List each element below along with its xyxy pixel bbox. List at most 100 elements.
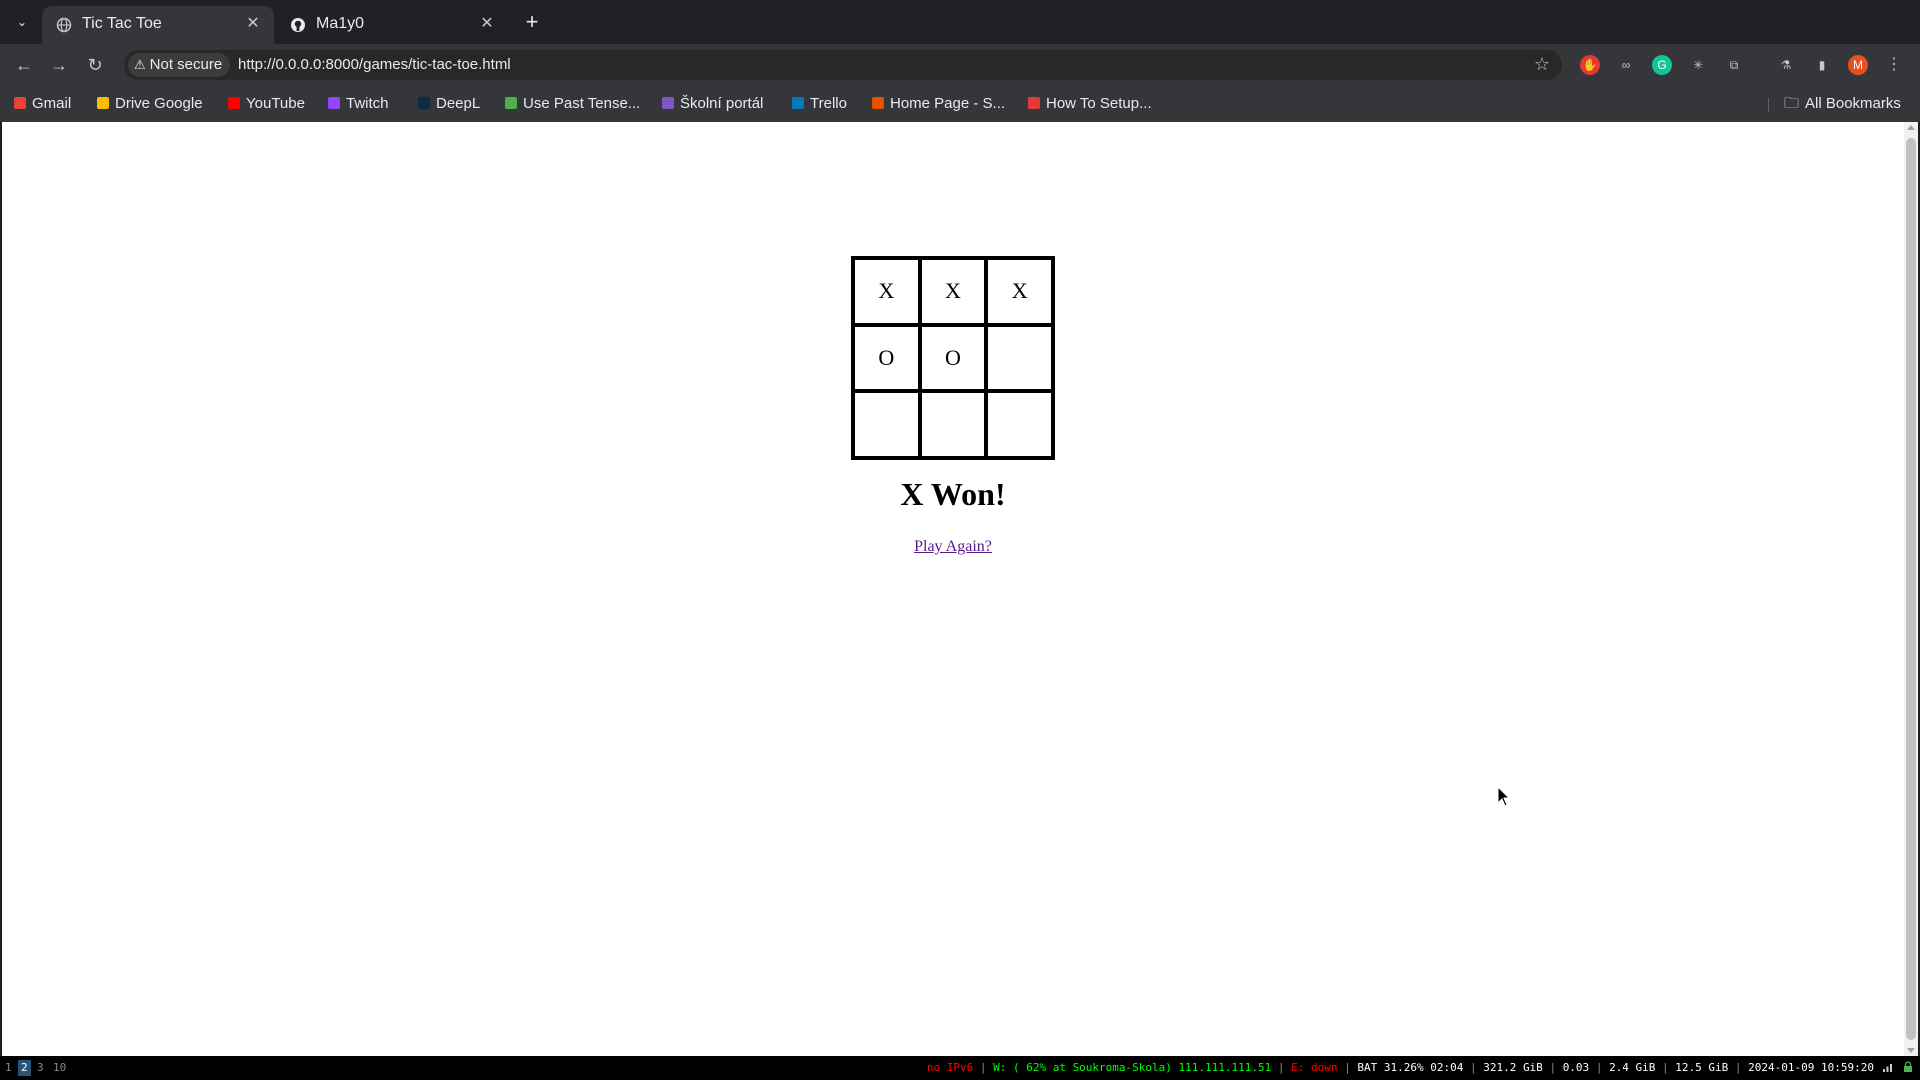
board-cell[interactable]	[986, 391, 1053, 458]
i3-status-bar: 1 2 3 10 no IPv6 | W: ( 62% at Soukroma-…	[0, 1056, 1920, 1080]
disk-status: 321.2 GiB	[1483, 1061, 1543, 1074]
setup-icon	[1028, 97, 1040, 109]
new-tab-button[interactable]: +	[520, 10, 544, 34]
github-icon	[291, 18, 305, 32]
tab-search-button[interactable]: ⌄	[8, 10, 36, 34]
bookmark-label: Drive Google	[115, 95, 203, 112]
youtube-icon	[228, 97, 240, 109]
bookmark-drive[interactable]: Drive Google	[97, 92, 203, 116]
gmail-icon	[14, 97, 26, 109]
bookmark-twitch[interactable]: Twitch	[328, 92, 389, 116]
status-line: no IPv6 | W: ( 62% at Soukroma-Skola) 11…	[926, 1061, 1874, 1074]
warning-icon: ⚠	[134, 57, 146, 72]
workspace-2[interactable]: 2	[18, 1060, 31, 1076]
load-status: 0.03	[1562, 1061, 1590, 1074]
lock-icon[interactable]	[1902, 1061, 1914, 1073]
close-tab-icon[interactable]: ✕	[476, 13, 498, 35]
bookmark-deepl[interactable]: DeepL	[418, 92, 480, 116]
memory-status: 2.4 GiB	[1609, 1061, 1656, 1074]
bookmark-label: Trello	[810, 95, 847, 112]
deepl-icon	[418, 97, 430, 109]
page-viewport: X X X O O X Won! Play Again?	[2, 122, 1904, 1056]
board-cell[interactable]: X	[853, 258, 920, 325]
toolbar: ← → ↻ ⚠ Not secure http://0.0.0.0:8000/ga…	[0, 44, 1920, 86]
game-result-heading: X Won!	[900, 476, 1006, 512]
board-cell[interactable]	[853, 391, 920, 458]
workspace-3[interactable]: 3	[34, 1060, 47, 1076]
scroll-up-icon[interactable]	[1907, 125, 1915, 130]
bookmark-label: DeepL	[436, 95, 481, 112]
swap-status: 12.5 GiB	[1675, 1061, 1729, 1074]
bookmark-label: Twitch	[346, 95, 389, 112]
drive-icon	[97, 97, 109, 109]
twitch-icon	[328, 97, 340, 109]
back-button[interactable]: ←	[10, 51, 38, 79]
board-cell[interactable]: O	[919, 324, 987, 392]
scroll-down-icon[interactable]	[1907, 1048, 1915, 1053]
side-panel-icon[interactable]: ▮	[1812, 55, 1832, 75]
wifi-status: W: ( 62% at Soukroma-Skola) 111.111.111.…	[993, 1061, 1272, 1074]
bookmark-label: Školní portál	[680, 95, 764, 112]
profile-avatar[interactable]: M	[1848, 55, 1868, 75]
mouse-cursor-icon	[1497, 786, 1511, 807]
bookmark-label: Gmail	[32, 95, 72, 112]
tab-label: Tic Tac Toe	[82, 15, 162, 32]
tab-tic-tac-toe[interactable]: Tic Tac Toe ✕	[42, 6, 274, 44]
scrollbar-thumb[interactable]	[1906, 138, 1916, 1040]
vertical-scrollbar[interactable]	[1904, 122, 1918, 1056]
forward-button[interactable]: →	[45, 51, 73, 79]
play-again-container: Play Again?	[853, 538, 1053, 556]
signal-icon[interactable]	[1882, 1061, 1894, 1073]
bookmark-skolni-portal[interactable]: Školní portál	[662, 92, 763, 116]
trello-icon	[792, 97, 804, 109]
datetime-status: 2024-01-09 10:59:20	[1748, 1061, 1874, 1074]
ipv6-status: no IPv6	[926, 1061, 974, 1074]
extension-adblock-icon[interactable]: ✋	[1580, 55, 1600, 75]
bookmark-use-past-tense[interactable]: Use Past Tense...	[505, 92, 640, 116]
bookmark-label: Use Past Tense...	[523, 95, 641, 112]
workspace-1[interactable]: 1	[2, 1060, 15, 1076]
board-cell[interactable]	[986, 324, 1053, 392]
page-icon	[505, 97, 517, 109]
bookmark-label: YouTube	[246, 95, 305, 112]
browser-chrome: ⌄ Tic Tac Toe ✕ Ma1y0 ✕ + ← → ↻ ⚠ Not se…	[0, 0, 1920, 122]
extensions-puzzle-icon[interactable]: ⧉	[1724, 55, 1744, 75]
extension-glasses-icon[interactable]: ∞	[1616, 55, 1636, 75]
bookmark-trello[interactable]: Trello	[792, 92, 847, 116]
bookmark-how-to-setup[interactable]: How To Setup...	[1028, 92, 1152, 116]
address-bar[interactable]: ⚠ Not secure http://0.0.0.0:8000/games/ti…	[124, 50, 1562, 80]
school-icon	[662, 97, 674, 109]
board-cell[interactable]: X	[986, 258, 1053, 325]
bookmark-label: Home Page - S...	[890, 95, 1006, 112]
board-cell[interactable]: O	[853, 324, 920, 392]
security-label: Not secure	[149, 56, 223, 73]
folder-icon: 🗀	[1784, 95, 1800, 112]
ethernet-status: E: down	[1291, 1061, 1338, 1074]
board-cell[interactable]: X	[919, 258, 987, 325]
bookmarks-bar: Gmail Drive Google YouTube Twitch DeepL …	[0, 86, 1920, 122]
bookmark-gmail[interactable]: Gmail	[14, 92, 71, 116]
bookmark-youtube[interactable]: YouTube	[228, 92, 305, 116]
home-icon	[872, 97, 884, 109]
workspace-10[interactable]: 10	[50, 1060, 69, 1076]
all-bookmarks-button[interactable]: 🗀 All Bookmarks	[1784, 92, 1901, 116]
url-text[interactable]: http://0.0.0.0:8000/games/tic-tac-toe.ht…	[238, 56, 511, 73]
labs-flask-icon[interactable]: ⚗	[1776, 55, 1796, 75]
menu-kebab-icon[interactable]: ⋮	[1884, 55, 1904, 75]
bookmarks-divider	[1768, 98, 1769, 112]
bookmark-star-icon[interactable]: ☆	[1534, 54, 1550, 75]
bookmark-label: How To Setup...	[1046, 95, 1152, 112]
site-info-chip[interactable]: ⚠ Not secure	[128, 53, 231, 77]
bookmark-home-page[interactable]: Home Page - S...	[872, 92, 1005, 116]
reload-button[interactable]: ↻	[81, 51, 109, 79]
board-cell[interactable]	[919, 391, 987, 458]
extension-react-icon[interactable]: ✳	[1688, 55, 1708, 75]
battery-status: BAT 31.26% 02:04	[1357, 1061, 1464, 1074]
play-again-link[interactable]: Play Again?	[914, 538, 992, 555]
tab-github[interactable]: Ma1y0 ✕	[276, 6, 508, 44]
extension-grammarly-icon[interactable]: G	[1652, 55, 1672, 75]
tab-label: Ma1y0	[316, 15, 365, 32]
globe-icon	[56, 17, 72, 33]
tab-strip: ⌄ Tic Tac Toe ✕ Ma1y0 ✕ +	[0, 0, 1920, 44]
close-tab-icon[interactable]: ✕	[242, 13, 264, 35]
